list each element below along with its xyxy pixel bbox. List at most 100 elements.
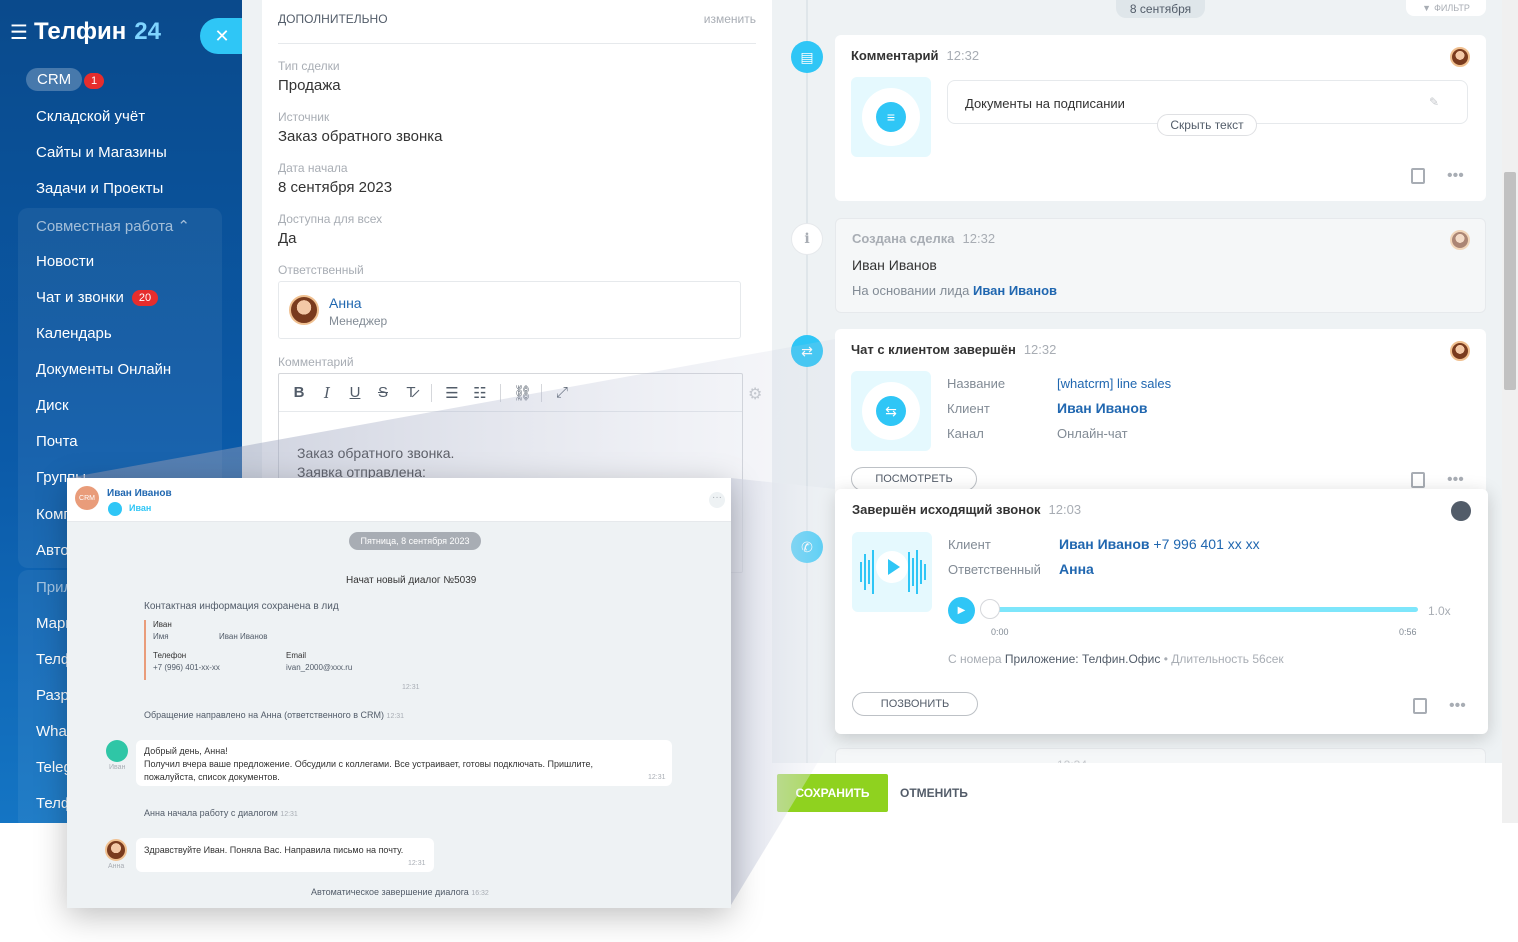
sidebar-item-collab[interactable]: Совместная работа ⌃ xyxy=(36,217,190,235)
more-icon[interactable]: ··· xyxy=(709,492,725,508)
play-button[interactable]: ▶ xyxy=(948,597,975,624)
field-label: Источник xyxy=(278,110,330,124)
client-link[interactable]: Иван Иванов xyxy=(1057,400,1148,416)
user-icon xyxy=(1451,501,1471,521)
sidebar-item-disk[interactable]: Диск xyxy=(36,397,69,414)
sidebar-item-docs[interactable]: Документы Онлайн xyxy=(36,361,171,378)
field-label: Тип сделки xyxy=(278,59,340,73)
section-title: ДОПОЛНИТЕЛЬНО xyxy=(278,12,388,26)
lead-link[interactable]: Иван Иванов xyxy=(973,283,1057,298)
logo-text: Телфин xyxy=(33,18,127,45)
note-icon[interactable] xyxy=(1411,472,1425,488)
system-message: Анна начала работу с диалогом 12:31 xyxy=(144,808,298,818)
responsible-name[interactable]: Анна xyxy=(329,295,362,311)
editor-text: Заказ обратного звонка. Заявка отправлен… xyxy=(297,445,455,480)
contact-info-bar xyxy=(144,620,146,680)
audio-progress[interactable] xyxy=(990,607,1418,612)
cancel-button[interactable]: ОТМЕНИТЬ xyxy=(900,786,968,800)
play-icon: ▶ xyxy=(957,605,966,616)
line-name-link[interactable]: [whatcrm] line sales xyxy=(1057,376,1171,391)
field-label: Комментарий xyxy=(278,355,354,369)
chat-date: Пятница, 8 сентября 2023 xyxy=(349,532,481,550)
note-icon[interactable] xyxy=(1413,698,1427,714)
chat-contact-sub: Иван xyxy=(129,503,152,513)
clear-format-icon[interactable]: T̷ xyxy=(403,384,419,401)
row-label: Название xyxy=(947,376,1006,391)
chat-contact-name[interactable]: Иван Иванов xyxy=(107,488,172,499)
close-slider-button[interactable]: ✕ xyxy=(200,18,244,54)
system-message: Начат новый диалог №5039 xyxy=(346,575,477,586)
sidebar-item-news[interactable]: Новости xyxy=(36,253,94,270)
call-button[interactable]: ПОЗВОНИТЬ xyxy=(852,692,978,716)
gear-icon[interactable]: ⚙ xyxy=(748,384,762,404)
more-icon[interactable]: ••• xyxy=(1449,697,1466,715)
source-value: Заказ обратного звонка xyxy=(278,128,443,145)
numbered-list-icon[interactable]: ☰ xyxy=(444,384,460,402)
fullscreen-icon[interactable]: ⤢ xyxy=(554,384,570,401)
avatar xyxy=(108,502,122,516)
comment-actions: ••• xyxy=(1411,167,1464,185)
bullet-list-icon[interactable]: ☷ xyxy=(472,384,488,402)
chat-actions: ••• xyxy=(1411,471,1464,489)
timeline-date: 8 сентября xyxy=(1116,0,1205,18)
comment-big-icon: ≡ xyxy=(851,77,931,157)
responsible-role: Менеджер xyxy=(329,314,388,328)
chat-window: CRM Иван Иванов Иван ··· Пятница, 8 сент… xyxy=(67,478,731,908)
avatar xyxy=(105,839,127,861)
system-message: Контактная информация сохранена в лид xyxy=(144,601,339,612)
italic-icon[interactable]: I xyxy=(319,384,335,402)
avatar xyxy=(289,295,319,325)
transfer-icon: ⇆ xyxy=(876,396,906,426)
filter-button[interactable]: ▼ ФИЛЬТР xyxy=(1406,0,1486,16)
field-label: Ответственный xyxy=(278,263,364,277)
logo[interactable]: ☰ Телфин 24 xyxy=(10,18,161,46)
hide-text-button[interactable]: Скрыть текст xyxy=(1157,114,1257,136)
toolbar-divider xyxy=(500,383,501,402)
playback-speed[interactable]: 1.0x xyxy=(1428,604,1451,618)
logo-number: 24 xyxy=(134,18,161,45)
sidebar-item-label: CRM xyxy=(37,71,72,88)
call-responsible[interactable]: Анна xyxy=(1059,561,1094,577)
sidebar-item-tasks[interactable]: Задачи и Проекты xyxy=(36,180,163,197)
avatar xyxy=(1450,47,1470,67)
burger-menu-icon[interactable]: ☰ xyxy=(10,20,28,45)
responsible-card[interactable]: Анна Менеджер xyxy=(278,281,741,339)
sidebar-item-sites[interactable]: Сайты и Магазины xyxy=(36,144,167,161)
row-label: Ответственный xyxy=(948,562,1041,577)
call-meta: С номера Приложение: Телфин.Офис • Длите… xyxy=(948,652,1284,666)
scrollbar[interactable] xyxy=(1502,0,1518,823)
call-actions: ••• xyxy=(1413,697,1466,715)
avatar xyxy=(1450,341,1470,361)
audio-scrubber[interactable] xyxy=(980,599,1000,619)
sidebar-item-chat[interactable]: Чат и звонки 20 xyxy=(36,289,159,306)
pencil-icon[interactable]: ✎ xyxy=(1429,95,1439,109)
edit-link[interactable]: изменить xyxy=(704,12,756,43)
link-icon[interactable]: ⛓ xyxy=(513,384,532,402)
sidebar-item-mail[interactable]: Почта xyxy=(36,433,78,450)
time-start: 0:00 xyxy=(991,627,1009,637)
form-section-header: ДОПОЛНИТЕЛЬНО изменить xyxy=(278,12,756,44)
sidebar-item-crm[interactable]: CRM xyxy=(26,68,83,91)
audio-wave-icon xyxy=(852,532,932,612)
created-title: Создана сделка 12:32 xyxy=(852,231,996,246)
message-bubble xyxy=(136,838,434,872)
created-person: Иван Иванов xyxy=(852,257,937,273)
bold-icon[interactable]: B xyxy=(291,384,307,401)
underline-icon[interactable]: U xyxy=(347,384,363,401)
system-message: Обращение направлено на Анна (ответствен… xyxy=(144,710,405,720)
save-button[interactable]: СОХРАНИТЬ xyxy=(777,774,888,812)
note-icon[interactable] xyxy=(1411,168,1425,184)
call-client[interactable]: Иван Иванов +7 996 401 xx xx xyxy=(1059,536,1260,552)
sidebar-item-warehouse[interactable]: Складской учёт xyxy=(36,108,145,125)
more-icon[interactable]: ••• xyxy=(1447,471,1464,489)
row-label: Клиент xyxy=(948,537,991,552)
view-button[interactable]: ПОСМОТРЕТЬ xyxy=(851,467,977,491)
strikethrough-icon[interactable]: S xyxy=(375,384,391,401)
timeline-line xyxy=(806,0,808,763)
sidebar-item-calendar[interactable]: Календарь xyxy=(36,325,112,342)
more-icon[interactable]: ••• xyxy=(1447,167,1464,185)
scrollbar-thumb[interactable] xyxy=(1504,172,1516,390)
editor-toolbar: B I U S T̷ ☰ ☷ ⛓ ⤢ xyxy=(279,374,742,412)
close-icon: ✕ xyxy=(214,25,230,46)
public-value: Да xyxy=(278,230,297,247)
